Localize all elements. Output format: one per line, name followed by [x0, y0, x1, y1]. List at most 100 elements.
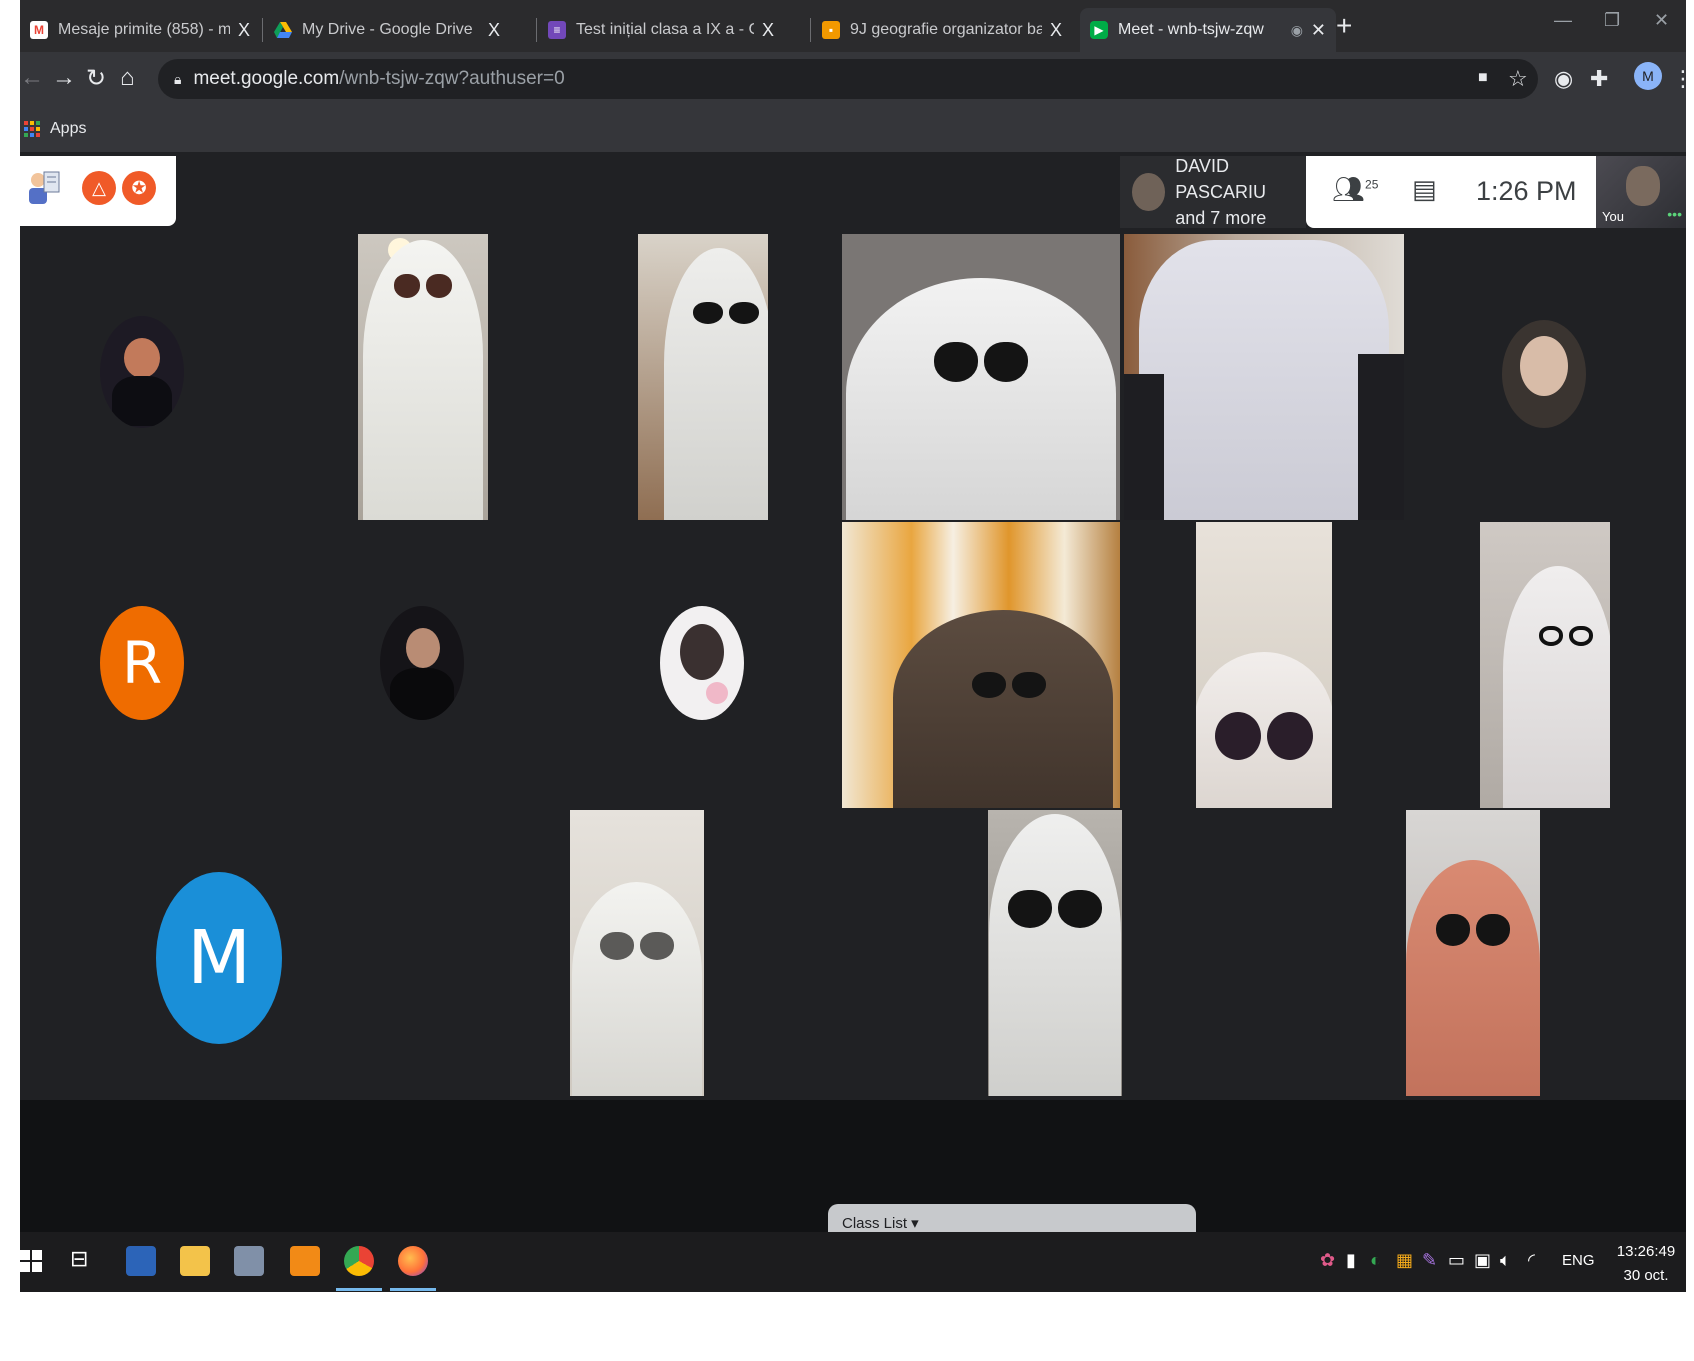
sunglasses	[693, 302, 760, 324]
participant-video-ghost[interactable]	[358, 234, 488, 520]
language-indicator[interactable]: ENG	[1562, 1252, 1595, 1269]
close-tab-icon[interactable]: X	[762, 20, 774, 41]
close-tab-icon[interactable]: X	[238, 20, 250, 41]
close-tab-icon[interactable]: ✕	[1311, 20, 1326, 41]
file-explorer-icon[interactable]	[180, 1246, 210, 1276]
tray-grid-icon[interactable]: ▦	[1396, 1250, 1413, 1271]
tray-document-icon[interactable]: ▮	[1346, 1250, 1356, 1271]
tray-feather-icon[interactable]: ✎	[1422, 1250, 1437, 1271]
warning-extension-icon[interactable]: △	[82, 171, 116, 205]
participant-video-ghost[interactable]	[1480, 522, 1610, 808]
avatar-flower	[706, 682, 728, 704]
address-bar[interactable]: 🔒︎ meet.google.com/wnb-tsjw-zqw?authuser…	[158, 59, 1538, 99]
participant-video-ghost[interactable]	[1196, 522, 1332, 808]
sunglasses	[394, 274, 452, 298]
participant-avatar-photo[interactable]	[100, 316, 184, 428]
puzzle-icon[interactable]: ✚	[1590, 66, 1608, 92]
home-icon[interactable]: ⌂	[120, 64, 135, 92]
sunglasses	[971, 672, 1046, 698]
extension-icon[interactable]: ◉	[1554, 66, 1573, 92]
close-window-icon[interactable]: ✕	[1654, 10, 1669, 31]
presenter-more: and 7 more	[1175, 208, 1267, 228]
people-icon: 👥︎	[1332, 174, 1366, 204]
participant-video-ghost[interactable]	[988, 810, 1122, 1096]
app-warning-icon[interactable]	[290, 1246, 320, 1276]
tab-forms[interactable]: ≡ Test inițial clasa a IX a - Google X	[538, 8, 784, 52]
camera-icon[interactable]: ■	[1478, 69, 1488, 87]
menu-dots-icon[interactable]: ⋮	[1672, 66, 1686, 92]
firefox-active-indicator	[390, 1288, 436, 1291]
self-view-tile[interactable]: You •••	[1596, 156, 1686, 228]
participant-video-ghost[interactable]	[842, 234, 1120, 520]
ghost-sheet	[1503, 566, 1610, 808]
firefox-icon[interactable]	[398, 1246, 428, 1276]
taskbar-clock[interactable]: 13:26:49 30 oct. 2020	[1606, 1240, 1686, 1292]
volume-icon[interactable]: 🔈︎	[1500, 1250, 1511, 1271]
participant-avatar-photo[interactable]	[380, 606, 464, 720]
tab-strip: M Mesaje primite (858) - maria-cris X My…	[20, 0, 1686, 52]
tab-meet[interactable]: ▶ Meet - wnb-tsjw-zqw ◉ ✕	[1080, 8, 1336, 52]
recycle-icon[interactable]	[234, 1246, 264, 1276]
avatar-body	[112, 376, 172, 426]
self-label: You	[1602, 209, 1624, 224]
self-face	[1626, 166, 1660, 206]
forms-icon: ≡	[548, 21, 566, 39]
back-icon[interactable]: ←	[20, 64, 44, 92]
wifi-icon[interactable]: ◜	[1528, 1250, 1535, 1271]
tab-classroom[interactable]: ▪ 9J geografie organizator banque X	[812, 8, 1072, 52]
tray-battery-icon[interactable]: ▭	[1448, 1250, 1465, 1271]
ghost-sheet	[989, 814, 1121, 1096]
avatar-face	[680, 624, 724, 680]
participant-avatar-photo[interactable]	[1502, 320, 1586, 428]
tab-drive[interactable]: My Drive - Google Drive X	[264, 8, 510, 52]
participant-video-ghost[interactable]	[1406, 810, 1540, 1096]
taskbar-time: 13:26:49	[1616, 1243, 1676, 1260]
task-view-icon[interactable]: ⊟	[70, 1246, 100, 1276]
teacher-extension-icon[interactable]	[26, 168, 60, 208]
windows-start-icon[interactable]	[20, 1250, 42, 1272]
tab-separator	[262, 18, 263, 42]
maximize-icon[interactable]: ❐	[1604, 10, 1620, 31]
tray-color-icon[interactable]: ◐	[1370, 1250, 1381, 1271]
ghost-sheet	[846, 278, 1116, 520]
presenter-chip[interactable]: DAVID PASCARIU and 7 more	[1120, 156, 1306, 228]
close-tab-icon[interactable]: X	[1050, 20, 1062, 41]
chat-button[interactable]: ▤	[1412, 174, 1437, 205]
participant-video-ghost[interactable]	[638, 234, 768, 520]
new-tab-button[interactable]: +	[1336, 10, 1352, 42]
taskbar: ⊟ ✿ ▮ ◐ ▦ ✎ ▭ ▣ 🔈︎ ◜ ENG 13:26:49 30 oct…	[20, 1232, 1686, 1292]
class-list-panel[interactable]: Class List ▾	[828, 1204, 1196, 1234]
participant-avatar-letter[interactable]: R	[100, 606, 184, 720]
participant-video-ghost[interactable]	[570, 810, 704, 1096]
badge-extension-icon[interactable]: ✪	[122, 171, 156, 205]
participant-avatar-photo[interactable]	[660, 606, 744, 720]
participant-avatar-letter[interactable]: M	[156, 872, 282, 1044]
url-host: meet.google.com	[193, 68, 340, 89]
minimize-icon[interactable]: —	[1554, 10, 1572, 31]
lower-panel: Class List ▾	[20, 1100, 1686, 1234]
close-tab-icon[interactable]: X	[488, 20, 500, 41]
profile-avatar[interactable]: M	[1634, 62, 1662, 90]
participant-count: 25	[1365, 177, 1379, 192]
participant-video-ghost[interactable]	[842, 522, 1120, 808]
avatar-face	[1520, 336, 1568, 396]
people-button[interactable]: 👥︎25	[1332, 174, 1378, 205]
tab-title: Test inițial clasa a IX a - Google	[576, 21, 754, 38]
save-disk-icon[interactable]	[126, 1246, 156, 1276]
arm-right	[1358, 354, 1404, 520]
chrome-icon[interactable]	[344, 1246, 374, 1276]
tray-app-icon[interactable]: ✿	[1320, 1250, 1335, 1271]
meet-icon: ▶	[1090, 21, 1108, 39]
sunglasses	[1436, 914, 1510, 946]
apps-bookmark[interactable]: Apps	[50, 120, 86, 138]
more-options-icon[interactable]: •••	[1667, 206, 1682, 222]
reload-icon[interactable]: ↻	[86, 64, 106, 93]
bookmarks-bar: Apps	[20, 106, 1686, 152]
tray-security-icon[interactable]: ▣	[1474, 1250, 1491, 1271]
forward-icon[interactable]: →	[52, 64, 76, 92]
tab-separator	[536, 18, 537, 42]
tab-title: Meet - wnb-tsjw-zqw	[1118, 21, 1264, 38]
participant-video-ghost[interactable]	[1124, 234, 1404, 520]
tab-gmail[interactable]: M Mesaje primite (858) - maria-cris X	[20, 8, 260, 52]
bookmark-star-icon[interactable]: ☆	[1508, 66, 1528, 92]
